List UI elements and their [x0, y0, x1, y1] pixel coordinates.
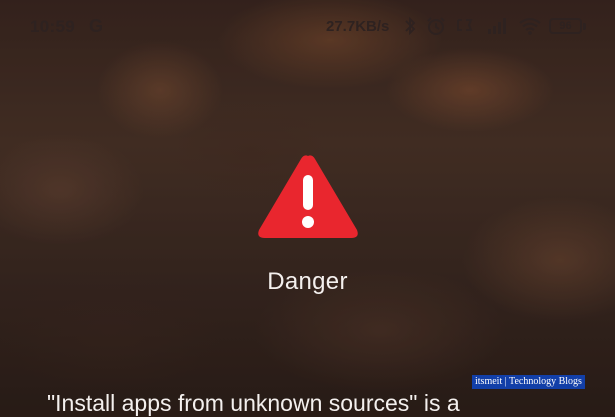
google-icon: G [89, 16, 104, 36]
wifi-icon [519, 18, 541, 35]
dual-sim-icon [457, 19, 473, 31]
warning-triangle-icon [258, 155, 358, 238]
battery-tip [583, 23, 586, 30]
battery-icon: 96 [549, 18, 582, 34]
network-speed: 27.7KB/s [326, 18, 390, 35]
status-bar: 10:59 G 27.7KB/s 96 [0, 0, 615, 54]
alarm-icon [427, 17, 445, 35]
dialog-title: Danger [267, 268, 348, 295]
status-time: 10:59 [30, 17, 75, 36]
dialog-message: "Install apps from unknown sources" is a [47, 390, 460, 416]
bluetooth-icon [405, 16, 416, 36]
watermark-label: itsmeit | Technology Blogs [472, 375, 585, 389]
signal-icon [488, 18, 506, 34]
